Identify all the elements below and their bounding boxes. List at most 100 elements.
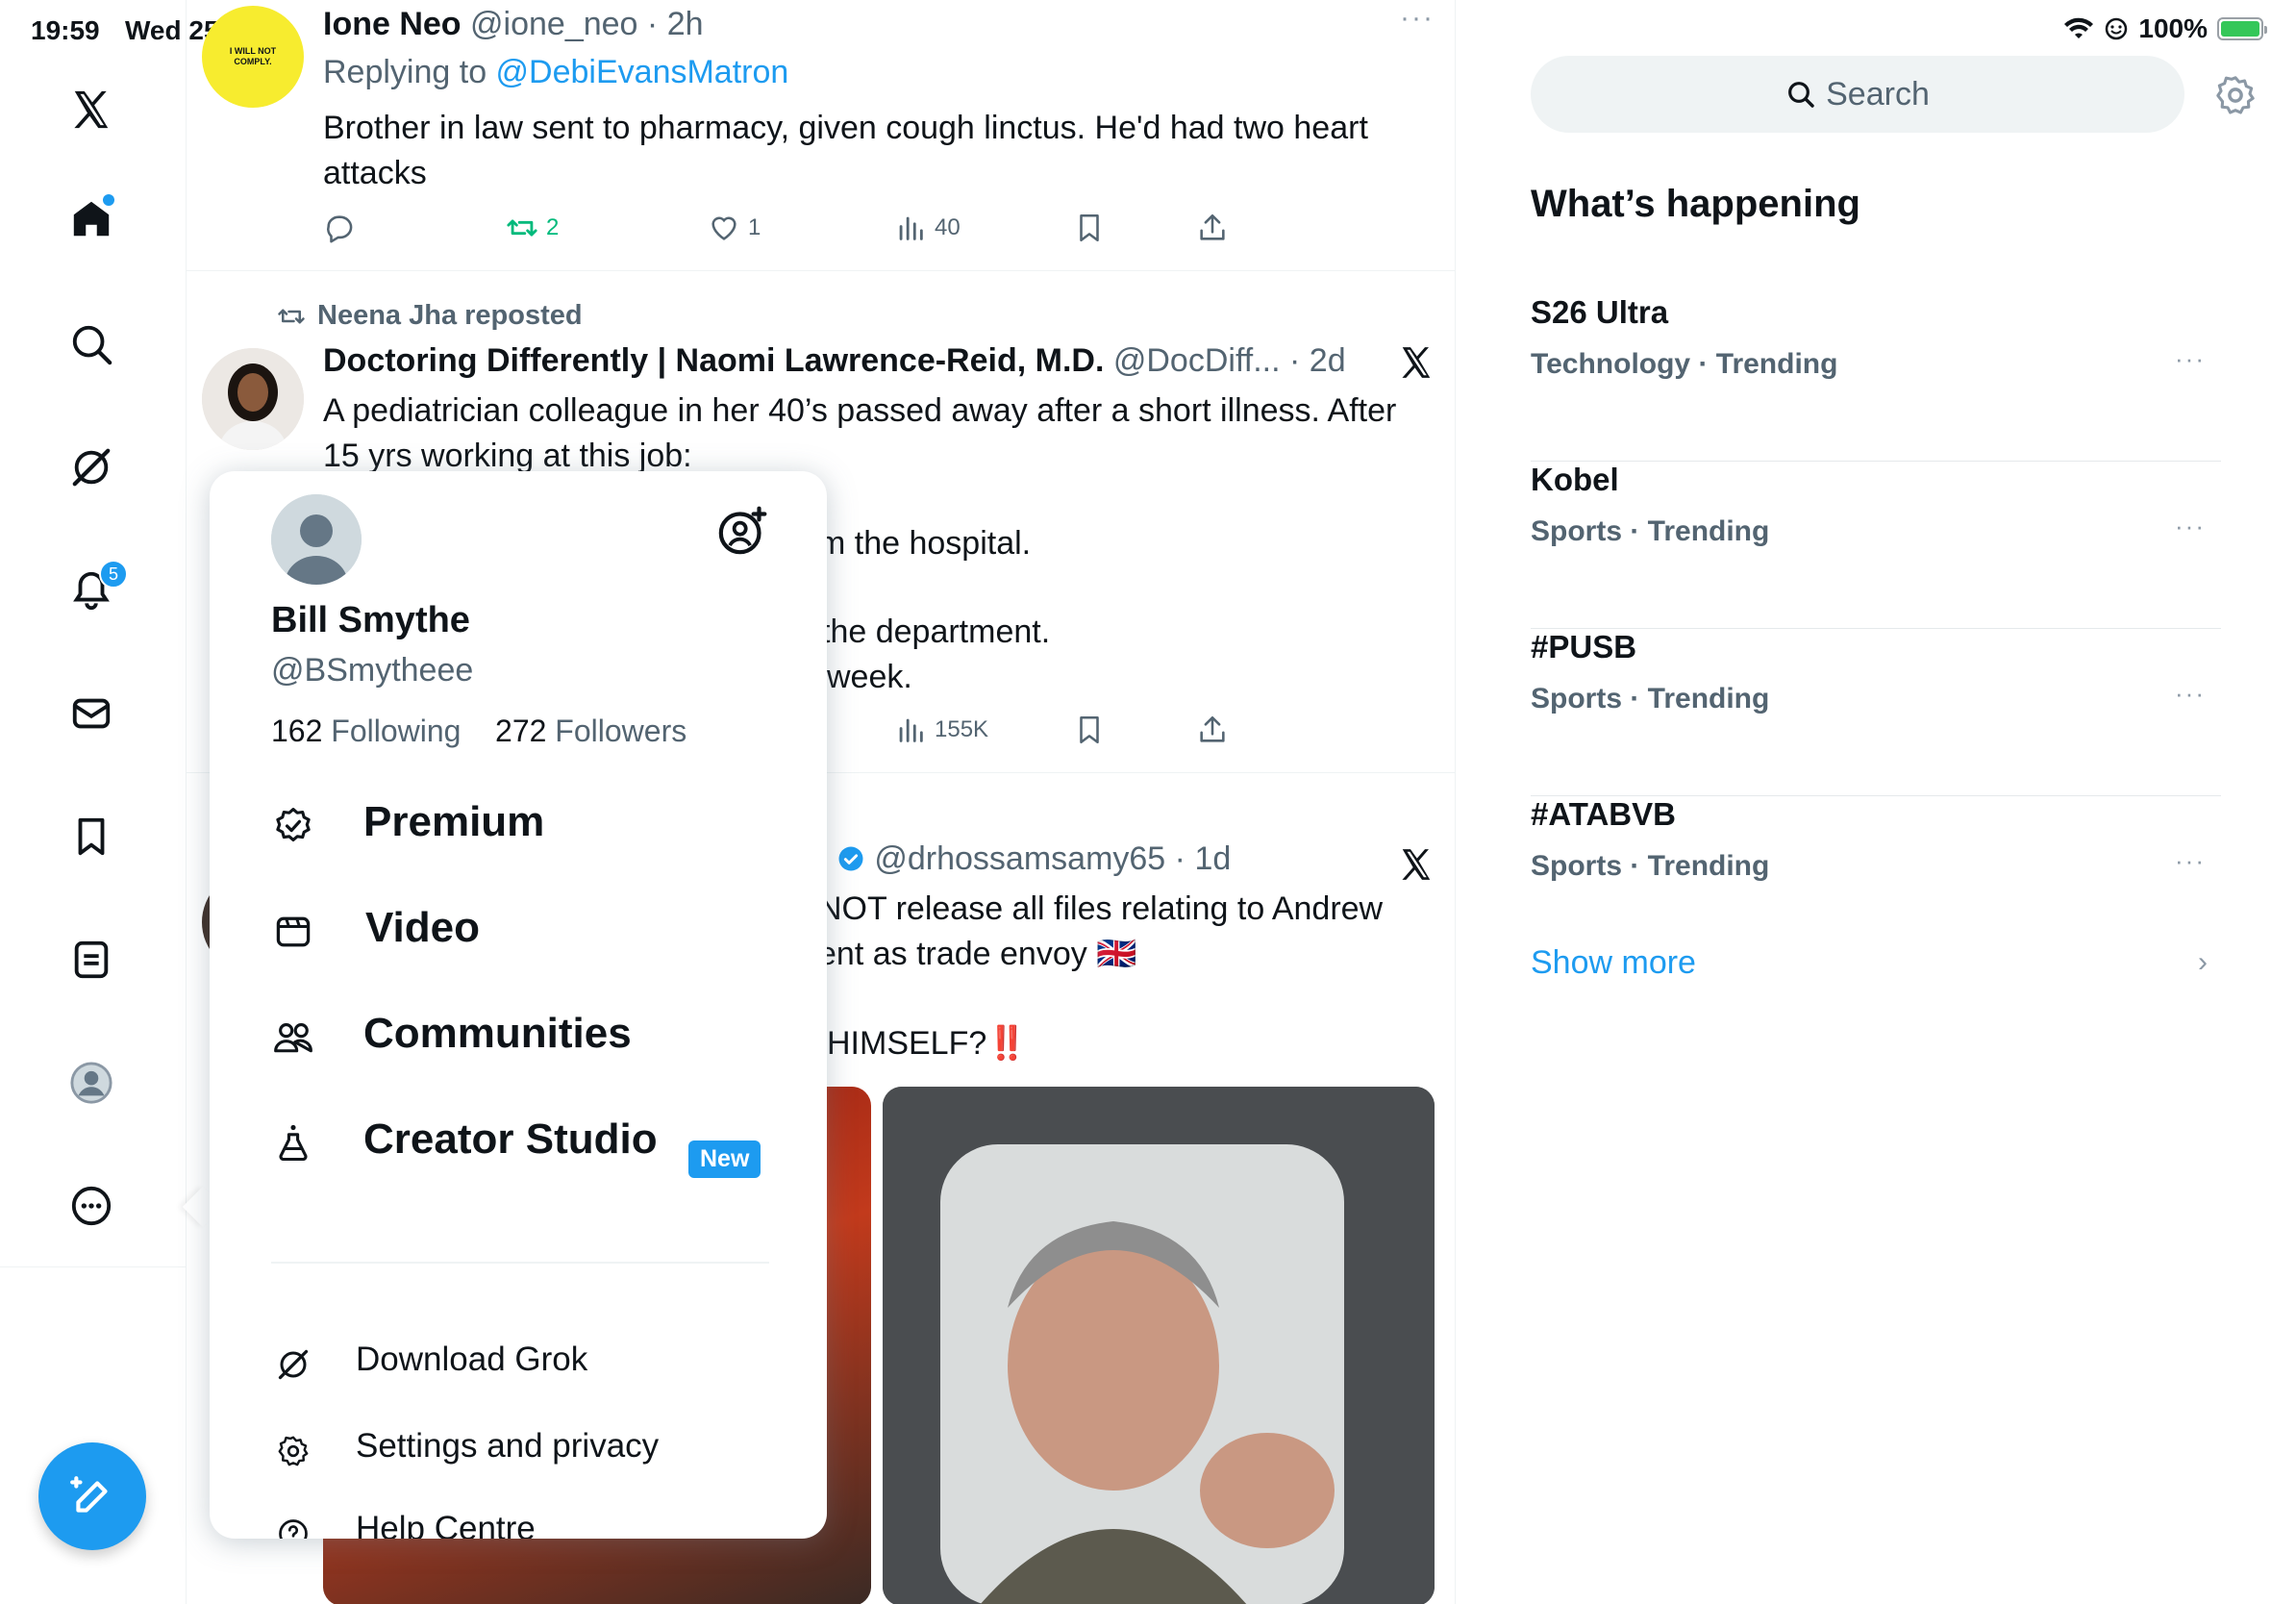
tweet-text-partial: m the hospital. [818,525,1032,562]
menu-item-premium[interactable]: Premium [271,798,544,848]
menu-item-video[interactable]: Video [271,904,480,954]
followers-link[interactable]: 272 Followers [495,714,686,748]
new-badge: New [688,1140,761,1178]
replying-to-link[interactable]: @DebiEvansMatron [496,54,789,90]
tweet-time[interactable]: 2h [667,6,704,42]
section-title: What’s happening [1531,183,1860,225]
gear-icon[interactable] [2213,73,2258,117]
follow-stats: 162 Following 272 Followers [271,714,686,749]
grok-x-icon[interactable] [1398,344,1435,381]
author-handle[interactable]: @drhossamsamy65 [874,840,1165,877]
notifications-badge: 5 [99,560,128,589]
right-sidebar: Search What’s happening S26 Ultra Techno… [1456,0,2296,1604]
trend-more-icon[interactable]: ··· [2175,512,2206,541]
menu-item-settings[interactable]: Settings and privacy [271,1427,659,1473]
search-input[interactable]: Search [1531,56,2184,133]
profile-name[interactable]: Bill Smythe [271,600,470,641]
replying-to: Replying to @DebiEvansMatron [323,54,789,90]
list-icon[interactable] [64,933,118,987]
menu-item-label: Communities [363,1010,632,1057]
views-button[interactable]: 155K [894,714,988,746]
bookmark-icon [1080,715,1099,744]
author-handle[interactable]: @ione_neo [470,6,637,42]
like-button[interactable]: 1 [708,212,761,244]
retweet-button[interactable]: 2 [506,212,559,244]
bookmark-icon [1080,213,1099,242]
share-icon [1200,715,1225,742]
add-account-icon[interactable] [715,504,769,558]
menu-item-download-grok[interactable]: Download Grok [271,1341,587,1387]
grok-x-icon[interactable] [1398,846,1435,883]
menu-item-label: Creator Studio [363,1115,658,1163]
grok-icon [271,1342,315,1387]
trend-meta: Technology · Trending [1531,348,1838,380]
communities-icon [271,1015,315,1060]
views-icon [899,718,923,742]
mail-icon[interactable] [64,687,118,740]
bookmark-button[interactable] [1073,212,1106,244]
tweet-header: . @drhossamsamy65 · 1d [818,840,1232,877]
premium-icon [271,804,315,848]
avatar-text: I WILL NOT COMPLY. [229,46,277,66]
verified-icon [838,846,863,871]
tweet-image-right[interactable] [883,1087,1435,1604]
repost-line: Neena Jha reposted [277,300,583,332]
help-icon [271,1512,315,1539]
menu-divider [271,1262,769,1264]
share-button[interactable] [1196,212,1229,244]
profile-handle: @BSmytheee [271,652,474,689]
tweet-text-partial: the department. week. [821,614,1051,695]
following-link[interactable]: 162 Following [271,714,461,748]
home-icon[interactable] [64,192,118,246]
trend-item[interactable]: #ATABVB Sports · Trending ··· [1531,796,2221,964]
compose-button[interactable] [38,1442,146,1550]
left-navigation: 5 [0,0,187,1604]
retweet-icon [507,219,537,237]
author-handle[interactable]: @DocDiff... [1113,342,1281,379]
repost-label[interactable]: Neena Jha reposted [317,300,583,332]
menu-item-creator-studio[interactable]: Creator Studio [271,1115,658,1165]
trend-more-icon[interactable]: ··· [2175,846,2206,876]
bookmark-button[interactable] [1073,714,1106,746]
search-icon [1788,82,1814,108]
show-more-link[interactable]: Show more [1531,944,1696,982]
trend-item[interactable]: S26 Ultra Technology · Trending ··· [1531,294,2221,462]
views-count: 40 [935,214,961,240]
trend-more-icon[interactable]: ··· [2175,679,2206,709]
reply-button[interactable] [323,212,356,244]
tweet-header: Ione Neo @ione_neo · 2h [323,6,704,42]
bookmark-icon[interactable] [64,810,118,864]
trend-name: S26 Ultra [1531,294,1669,330]
tweet-time[interactable]: 1d [1194,840,1231,877]
tweet-time[interactable]: 2d [1310,342,1346,379]
author-name[interactable]: Doctoring Differently | Naomi Lawrence-R… [323,342,1104,379]
trend-item[interactable]: #PUSB Sports · Trending ··· [1531,629,2221,796]
menu-item-help[interactable]: Help Centre [271,1510,536,1539]
tweet-more-icon[interactable]: ··· [1400,2,1435,35]
views-button[interactable]: 40 [894,212,961,244]
more-icon[interactable] [64,1179,118,1233]
menu-item-label: Premium [363,798,545,845]
search-icon[interactable] [64,317,118,371]
share-button[interactable] [1196,714,1229,746]
chevron-right-icon[interactable]: › [2198,946,2208,979]
trend-name: #PUSB [1531,629,1637,664]
grok-icon[interactable] [64,440,118,494]
trend-item[interactable]: Kobel Sports · Trending ··· [1531,462,2221,629]
tweet[interactable]: I WILL NOT COMPLY. Ione Neo @ione_neo · … [187,0,1455,271]
tweet-actions: 2 1 40 [323,212,1285,250]
views-icon [899,216,923,240]
author-name[interactable]: Ione Neo [323,6,462,42]
x-logo-icon[interactable] [64,83,118,137]
profile-icon[interactable] [64,1056,118,1110]
avatar[interactable] [202,348,304,450]
avatar[interactable] [271,494,362,585]
bell-icon[interactable]: 5 [64,560,128,617]
tweet-text-partial: NOT release all files relating to Andrew… [818,890,1384,972]
nav-divider [0,1266,187,1267]
avatar[interactable]: I WILL NOT COMPLY. [202,6,304,108]
menu-item-communities[interactable]: Communities [271,1010,632,1060]
gear-icon [271,1429,315,1473]
home-notification-dot [103,194,114,206]
trend-more-icon[interactable]: ··· [2175,344,2206,374]
